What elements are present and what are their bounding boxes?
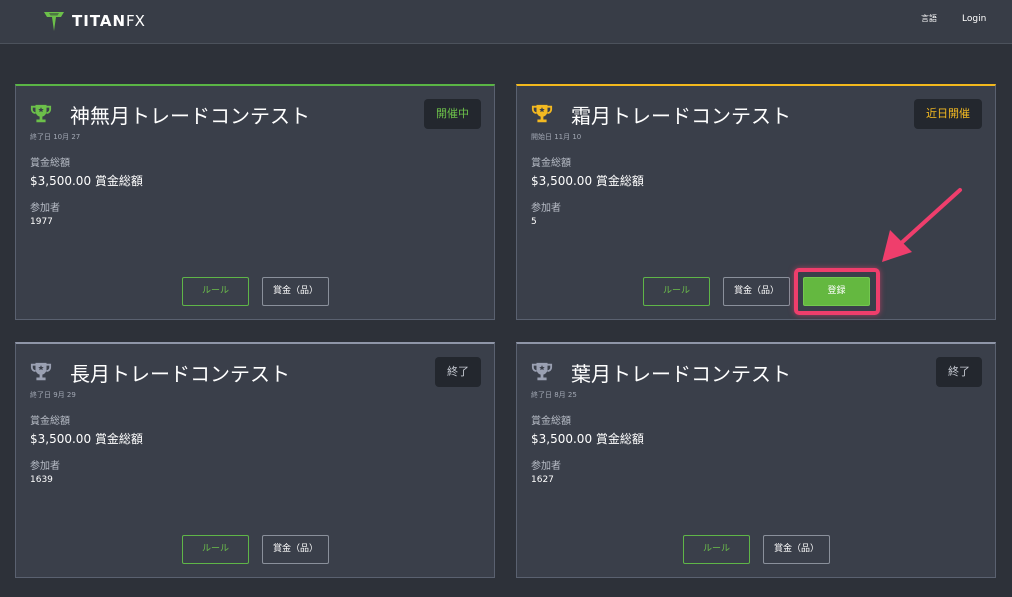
arrow-icon (882, 188, 962, 262)
trophy-icon (30, 362, 52, 381)
participants-label: 参加者 (531, 461, 561, 472)
rules-button[interactable]: ルール (643, 277, 710, 306)
contest-start-date: 開始日 11月 10 (531, 133, 582, 141)
prize-value: $3,500.00 賞金総額 (30, 174, 143, 188)
participants-label: 参加者 (30, 203, 60, 214)
participants-count: 1639 (30, 475, 53, 485)
prizes-button[interactable]: 賞金（品） (723, 277, 790, 306)
rules-button[interactable]: ルール (182, 277, 249, 306)
logo-text: TITANFX (72, 12, 145, 30)
status-badge: 終了 (936, 357, 982, 387)
rules-button[interactable]: ルール (683, 535, 750, 564)
contest-title: 霜月トレードコンテスト (571, 104, 791, 128)
prizes-button[interactable]: 賞金（品） (262, 535, 329, 564)
participants-count: 1627 (531, 475, 554, 485)
prizes-button[interactable]: 賞金（品） (763, 535, 830, 564)
prize-label: 賞金総額 (30, 416, 70, 427)
register-highlight-box (794, 268, 880, 315)
contest-title: 長月トレードコンテスト (70, 362, 290, 386)
prize-value: $3,500.00 賞金総額 (30, 432, 143, 446)
contest-title: 神無月トレードコンテスト (70, 104, 310, 128)
contest-end-date: 終了日 9月 29 (30, 391, 76, 399)
language-menu-link[interactable]: 言語 (921, 13, 937, 24)
trophy-icon (531, 104, 553, 123)
prize-label: 賞金総額 (531, 158, 571, 169)
rules-button[interactable]: ルール (182, 535, 249, 564)
trophy-icon (531, 362, 553, 381)
participants-label: 参加者 (531, 203, 561, 214)
prize-value: $3,500.00 賞金総額 (531, 432, 644, 446)
prizes-button[interactable]: 賞金（品） (262, 277, 329, 306)
prize-label: 賞金総額 (30, 158, 70, 169)
participants-count: 1977 (30, 217, 53, 227)
status-badge: 終了 (435, 357, 481, 387)
top-navigation-bar: TITANFX 言語 Login (0, 0, 1012, 44)
participants-label: 参加者 (30, 461, 60, 472)
prize-label: 賞金総額 (531, 416, 571, 427)
contest-end-date: 終了日 10月 27 (30, 133, 81, 141)
contest-end-date: 終了日 8月 25 (531, 391, 577, 399)
prize-value: $3,500.00 賞金総額 (531, 174, 644, 188)
login-link[interactable]: Login (962, 14, 986, 24)
participants-count: 5 (531, 217, 537, 227)
contest-card-nagatsuki: 長月トレードコンテスト 終了日 9月 29 終了 賞金総額 $3,500.00 … (15, 342, 495, 578)
status-badge: 近日開催 (914, 99, 982, 129)
status-badge: 開催中 (424, 99, 481, 129)
trophy-icon (30, 104, 52, 123)
titan-shield-icon (44, 12, 64, 31)
contest-card-hazuki: 葉月トレードコンテスト 終了日 8月 25 終了 賞金総額 $3,500.00 … (516, 342, 996, 578)
contest-card-kannazuki: 神無月トレードコンテスト 終了日 10月 27 開催中 賞金総額 $3,500.… (15, 84, 495, 320)
contest-title: 葉月トレードコンテスト (571, 362, 791, 386)
titan-fx-logo[interactable]: TITANFX (42, 9, 145, 33)
